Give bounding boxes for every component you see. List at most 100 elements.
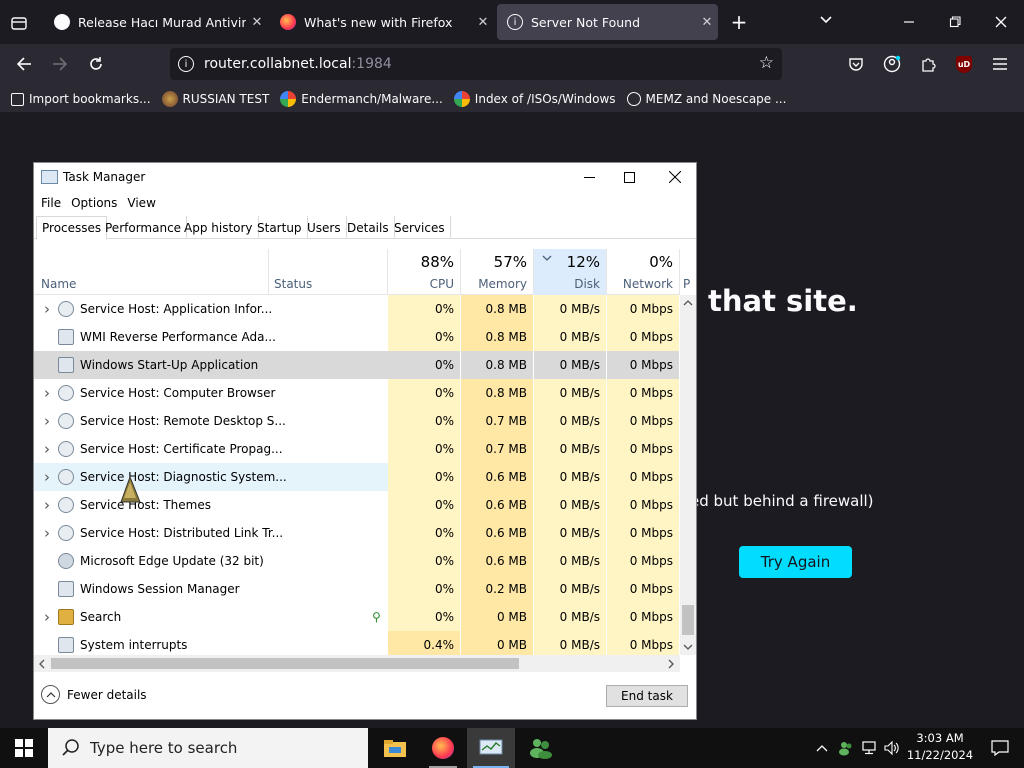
close-tab-icon[interactable]: ✕ xyxy=(472,15,494,30)
tm-close-button[interactable] xyxy=(652,163,698,191)
process-row[interactable]: › Service Host: Computer Browser 0% 0.8 MB 0… xyxy=(34,379,680,407)
column-network[interactable]: 0% Network xyxy=(607,249,680,295)
column-memory[interactable]: 57% Memory xyxy=(461,249,534,295)
expand-chevron-right-icon[interactable]: › xyxy=(36,384,58,402)
cpu-cell: 0% xyxy=(388,547,461,575)
firefox-taskbar-icon[interactable] xyxy=(419,728,467,768)
tm-maximize-button[interactable] xyxy=(606,163,652,191)
process-row[interactable]: System interrupts 0.4% 0 MB 0 MB/s 0 Mbps xyxy=(34,631,680,655)
horizontal-scrollbar[interactable] xyxy=(34,655,680,672)
horizontal-scroll-thumb[interactable] xyxy=(51,658,519,669)
scroll-up-arrow-icon[interactable] xyxy=(683,297,693,307)
forward-arrow-icon[interactable] xyxy=(44,48,76,80)
process-list: › Service Host: Application Infor... 0% 0.8… xyxy=(34,295,680,655)
bookmark-memz-noescape[interactable]: MEMZ and Noescape ... xyxy=(626,92,786,106)
column-power-partial[interactable]: P xyxy=(680,249,696,295)
menu-view[interactable]: View xyxy=(127,196,155,210)
menu-options[interactable]: Options xyxy=(71,196,117,210)
bookmark-site-icon xyxy=(161,91,178,107)
expand-chevron-right-icon[interactable]: › xyxy=(36,468,58,486)
account-icon[interactable] xyxy=(876,48,908,80)
restore-window-button[interactable] xyxy=(932,0,978,44)
start-windows-icon[interactable] xyxy=(0,728,48,768)
tab-release-haci-murad[interactable]: Release Hacı Murad Antivirüs B ✕ xyxy=(44,4,268,40)
firefox-view-icon[interactable] xyxy=(8,12,30,34)
task-manager-titlebar[interactable]: Task Manager xyxy=(34,163,696,191)
error-title: that site. xyxy=(708,284,858,318)
taskbar-search-box[interactable]: Type here to search xyxy=(48,728,368,768)
import-icon xyxy=(11,92,24,106)
process-name-cell: › Service Host: Computer Browser xyxy=(34,379,388,407)
close-tab-icon[interactable]: ✕ xyxy=(696,15,718,30)
bookmark-import[interactable]: Import bookmarks... xyxy=(11,92,151,106)
process-row[interactable]: Windows Session Manager 0% 0.2 MB 0 MB/s 0 M… xyxy=(34,575,680,603)
tray-users-icon[interactable] xyxy=(834,728,858,768)
minimize-window-button[interactable] xyxy=(886,0,932,44)
network-cell: 0 Mbps xyxy=(607,379,680,407)
disk-cell: 0 MB/s xyxy=(534,435,607,463)
process-row[interactable]: › Service Host: Remote Desktop S... 0% 0.7 … xyxy=(34,407,680,435)
close-window-button[interactable] xyxy=(978,0,1024,44)
back-arrow-icon[interactable] xyxy=(8,48,40,80)
process-row[interactable]: Windows Start-Up Application 0% 0.8 MB 0 MB… xyxy=(34,351,680,379)
tab-whats-new-firefox[interactable]: What's new with Firefox ✕ xyxy=(270,4,494,40)
process-row[interactable]: › Service Host: Certificate Propag... 0% 0.… xyxy=(34,435,680,463)
tab-processes[interactable]: Processes xyxy=(36,216,108,240)
expand-chevron-right-icon[interactable]: › xyxy=(36,412,58,430)
notification-center-icon[interactable] xyxy=(976,728,1024,768)
network-icon[interactable] xyxy=(858,728,882,768)
scroll-right-arrow-icon[interactable] xyxy=(666,658,676,669)
bookmark-russian-test[interactable]: RUSSIAN TEST xyxy=(161,91,269,107)
end-task-button[interactable]: End task xyxy=(606,685,688,707)
reload-icon[interactable] xyxy=(80,48,112,80)
extensions-puzzle-icon[interactable] xyxy=(912,48,944,80)
hamburger-menu-icon[interactable] xyxy=(984,48,1016,80)
taskbar-clock[interactable]: 3:03 AM 11/22/2024 xyxy=(905,730,975,764)
tab-details[interactable]: Details xyxy=(342,216,395,239)
process-row[interactable]: › Service Host: Distributed Link Tr... 0% 0… xyxy=(34,519,680,547)
expand-chevron-right-icon[interactable]: › xyxy=(36,608,58,626)
show-hidden-icons-chevron-icon[interactable] xyxy=(810,728,834,768)
tab-app-history[interactable]: App history xyxy=(179,216,259,239)
process-row[interactable]: Microsoft Edge Update (32 bit) 0% 0.6 MB 0 … xyxy=(34,547,680,575)
try-again-button[interactable]: Try Again xyxy=(739,546,852,578)
process-row[interactable]: › Service Host: Application Infor... 0% 0.8… xyxy=(34,295,680,323)
column-disk[interactable]: 12% Disk xyxy=(534,249,607,295)
clock-date: 11/22/2024 xyxy=(906,748,974,762)
expand-chevron-right-icon[interactable]: › xyxy=(36,524,58,542)
tab-startup[interactable]: Startup xyxy=(252,216,308,239)
bookmark-endermanch-malware[interactable]: Endermanch/Malware... xyxy=(280,91,443,107)
expand-chevron-right-icon[interactable]: › xyxy=(36,300,58,318)
menu-file[interactable]: File xyxy=(41,196,61,210)
bookmark-star-icon[interactable]: ☆ xyxy=(759,55,774,72)
disk-cell: 0 MB/s xyxy=(534,379,607,407)
column-name[interactable]: Name xyxy=(34,249,269,295)
vertical-scrollbar[interactable] xyxy=(680,295,696,655)
column-status[interactable]: Status xyxy=(269,249,388,295)
expand-chevron-right-icon[interactable]: › xyxy=(36,496,58,514)
volume-icon[interactable] xyxy=(880,728,904,768)
list-all-tabs-chevron-icon[interactable] xyxy=(815,12,837,34)
column-cpu[interactable]: 88% CPU xyxy=(388,249,461,295)
expand-chevron-right-icon[interactable]: › xyxy=(36,440,58,458)
users-app-icon[interactable] xyxy=(517,728,565,768)
site-info-icon[interactable]: i xyxy=(178,56,194,72)
pocket-icon[interactable] xyxy=(840,48,872,80)
tab-performance[interactable]: Performance xyxy=(100,216,188,239)
new-tab-plus-icon[interactable]: + xyxy=(728,12,750,34)
vertical-scroll-thumb[interactable] xyxy=(682,605,694,635)
scroll-down-arrow-icon[interactable] xyxy=(683,641,693,651)
fewer-details-button[interactable]: Fewer details xyxy=(41,685,147,704)
file-explorer-icon[interactable] xyxy=(371,728,419,768)
tab-users[interactable]: Users xyxy=(302,216,347,239)
process-row[interactable]: WMI Reverse Performance Ada... 0% 0.8 MB 0 … xyxy=(34,323,680,351)
process-row[interactable]: › Search ⚲ 0% 0 MB 0 MB/s 0 Mbps xyxy=(34,603,680,631)
bookmark-index-isos[interactable]: Index of /ISOs/Windows xyxy=(453,91,616,107)
scroll-left-arrow-icon[interactable] xyxy=(37,658,47,669)
tab-services[interactable]: Services xyxy=(389,216,451,239)
tab-server-not-found[interactable]: i Server Not Found ✕ xyxy=(497,4,718,40)
url-bar[interactable]: i router.collabnet.local:1984 ☆ xyxy=(170,48,782,80)
close-tab-icon[interactable]: ✕ xyxy=(246,15,268,30)
task-manager-taskbar-icon[interactable] xyxy=(467,728,515,768)
ublock-origin-icon[interactable]: uD xyxy=(948,48,980,80)
